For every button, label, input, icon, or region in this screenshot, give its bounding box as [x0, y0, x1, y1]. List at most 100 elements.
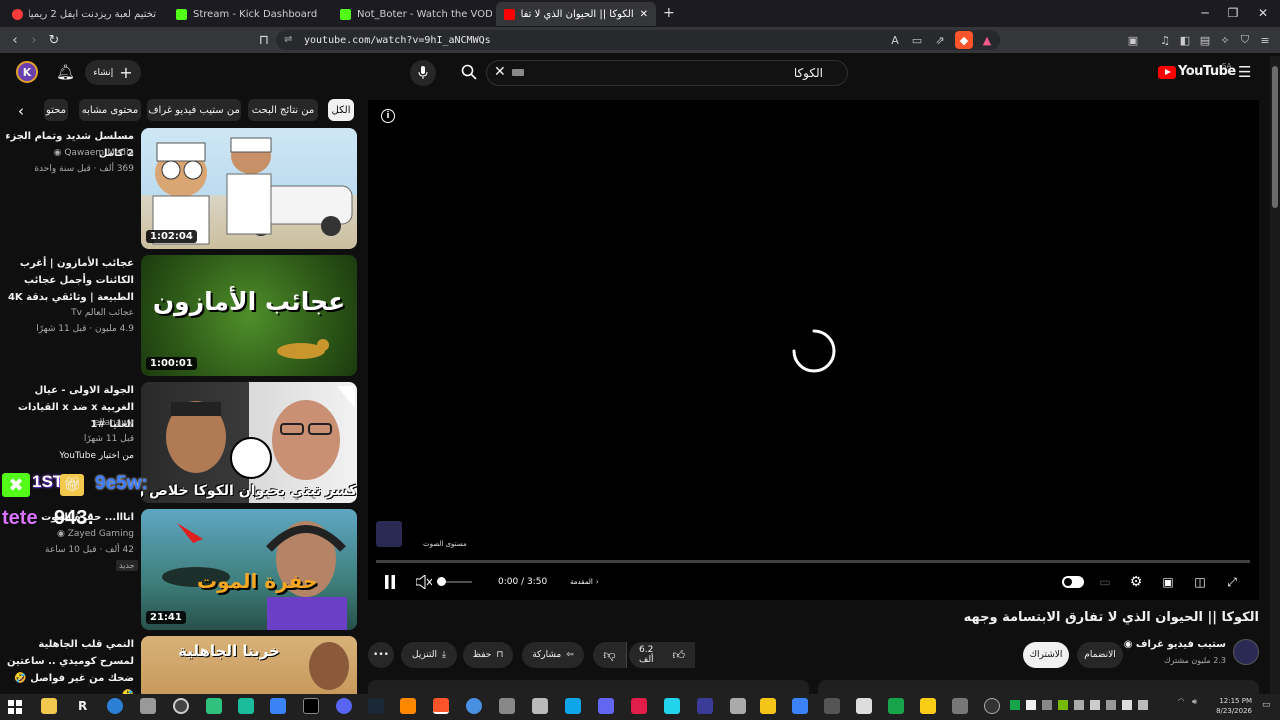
- app-icon[interactable]: [532, 698, 548, 714]
- wifi-icon[interactable]: ◠: [1178, 697, 1184, 705]
- steam-icon[interactable]: [368, 698, 384, 714]
- youtube-logo-icon[interactable]: [1158, 66, 1176, 79]
- taskbar-clock[interactable]: 12:15 PM 8/23/2026: [1210, 696, 1252, 716]
- app-icon[interactable]: [499, 698, 515, 714]
- epic-games-icon[interactable]: [303, 698, 319, 714]
- voice-search-button[interactable]: [410, 60, 436, 86]
- app-icon[interactable]: [466, 698, 482, 714]
- save-button[interactable]: حفظ ⊓: [463, 642, 513, 668]
- site-info-icon[interactable]: ⇌: [284, 34, 292, 45]
- close-tab-icon[interactable]: ✕: [640, 9, 648, 20]
- video-thumbnail[interactable]: خربنا الجاهلية: [141, 636, 357, 694]
- new-tab-button[interactable]: +: [663, 5, 675, 21]
- channel-name[interactable]: Qawaem Media ◉: [4, 145, 134, 161]
- mute-icon[interactable]: [414, 572, 434, 592]
- sidepanel-icon[interactable]: ◧: [1176, 31, 1194, 49]
- app-icon[interactable]: [631, 698, 647, 714]
- app-icon[interactable]: [730, 698, 746, 714]
- app-icon[interactable]: [856, 698, 872, 714]
- bookmark-icon[interactable]: ⊓: [254, 30, 274, 50]
- video-thumbnail[interactable]: عجائب الأمازون 1:00:01: [141, 255, 357, 376]
- share-page-icon[interactable]: ⇗: [931, 31, 949, 49]
- close-window-icon[interactable]: ✕: [1246, 2, 1280, 24]
- channel-title[interactable]: ستيب فيديو غراف ◉: [1124, 639, 1226, 650]
- share-button[interactable]: مشاركة ⇦: [522, 642, 584, 668]
- channel-name[interactable]: ellanawy: [4, 415, 134, 431]
- chip-scroll-left-icon[interactable]: ‹: [18, 102, 24, 120]
- download-button[interactable]: التنزيل ⤓: [401, 642, 457, 668]
- description-box[interactable]: [818, 680, 1259, 694]
- description-box[interactable]: [368, 680, 809, 694]
- speaker-icon[interactable]: 🔊︎: [1192, 697, 1197, 707]
- volume-slider-handle[interactable]: [437, 577, 446, 586]
- captions-icon[interactable]: ▭: [1096, 572, 1114, 592]
- app-icon[interactable]: [760, 698, 776, 714]
- progress-bar[interactable]: [376, 560, 1250, 563]
- video-thumbnail[interactable]: كسر تيتي بحيوان الكوكا خلاص رده: [141, 382, 357, 503]
- browser-tab-active[interactable]: الكوكا || الحيوان الذي لا تفارق الابت...…: [496, 2, 656, 26]
- app-icon[interactable]: [238, 698, 254, 714]
- info-icon[interactable]: i: [381, 109, 395, 123]
- app-icon[interactable]: [792, 698, 808, 714]
- channel-name[interactable]: عجائب العالم Tv: [4, 305, 134, 321]
- scrollbar-thumb[interactable]: [1272, 66, 1278, 208]
- app-icon[interactable]: [920, 698, 936, 714]
- translate-icon[interactable]: A: [886, 31, 904, 49]
- forward-icon[interactable]: ›: [24, 30, 44, 50]
- restore-icon[interactable]: ❐: [1216, 2, 1250, 24]
- app-icon[interactable]: [270, 698, 286, 714]
- app-icon[interactable]: [598, 698, 614, 714]
- brave-taskbar-icon[interactable]: [433, 698, 449, 714]
- app-icon[interactable]: [888, 698, 904, 714]
- vpn-icon[interactable]: ⛉: [1236, 31, 1254, 49]
- channel-avatar[interactable]: [1233, 639, 1259, 665]
- subscribe-button[interactable]: الاشتراك: [1023, 642, 1069, 668]
- guide-menu-icon[interactable]: ☰: [1238, 63, 1251, 81]
- video-thumbnail[interactable]: 1:02:04: [141, 128, 357, 249]
- fullscreen-icon[interactable]: ⤢: [1223, 572, 1241, 592]
- avatar[interactable]: K: [16, 61, 38, 83]
- tray-icon[interactable]: [1090, 700, 1100, 710]
- browser-tab[interactable]: Not_Boter - Watch the VOD on Kick: [332, 2, 492, 26]
- brave-shield-icon[interactable]: ◆: [955, 31, 973, 49]
- miniplayer-icon[interactable]: ▣: [1159, 572, 1177, 592]
- app-icon[interactable]: [565, 698, 581, 714]
- chip[interactable]: محتو: [44, 99, 68, 121]
- edge-icon[interactable]: [107, 698, 123, 714]
- video-title[interactable]: عجائب الأمازون | أغرب الكائنات وأجمل عجا…: [4, 255, 134, 306]
- wallet-icon[interactable]: ▤: [1196, 31, 1214, 49]
- tray-icon[interactable]: [1106, 700, 1116, 710]
- pause-icon[interactable]: [380, 572, 400, 592]
- obs-icon[interactable]: [173, 698, 189, 714]
- tray-icon[interactable]: [1074, 700, 1084, 710]
- create-button[interactable]: إنشاء +: [85, 60, 141, 85]
- video-thumbnail[interactable]: حفرة الموت 21:41: [141, 509, 357, 630]
- chip[interactable]: من ستيب فيديو غراف: [147, 99, 241, 121]
- search-input[interactable]: الكوكا: [486, 60, 848, 86]
- windows-start-icon[interactable]: [8, 699, 22, 714]
- clear-search-icon[interactable]: ✕: [494, 64, 506, 80]
- settings-gear-icon[interactable]: ⚙: [1127, 572, 1145, 592]
- leo-icon[interactable]: ✧: [1216, 31, 1234, 49]
- search-icon[interactable]: [461, 64, 477, 84]
- browser-tab[interactable]: Stream - Kick Dashboard: [168, 2, 328, 26]
- tray-icon[interactable]: [1010, 700, 1020, 710]
- tray-icon[interactable]: [1026, 700, 1036, 710]
- app-icon[interactable]: [140, 698, 156, 714]
- tray-icon[interactable]: [1058, 700, 1068, 710]
- music-icon[interactable]: ♫: [1156, 31, 1174, 49]
- tray-icon[interactable]: [1042, 700, 1052, 710]
- notifications-bell-icon[interactable]: 🔔︎: [56, 63, 75, 81]
- app-r-icon[interactable]: R: [78, 699, 87, 713]
- app-icon[interactable]: [664, 698, 680, 714]
- more-actions-icon[interactable]: •••: [368, 642, 394, 668]
- cast-tab-icon[interactable]: ▭: [908, 31, 926, 49]
- like-button[interactable]: 6.2 ألف 👍︎: [629, 642, 695, 668]
- chip[interactable]: من نتائج البحث: [248, 99, 318, 121]
- sidebar-toggle-icon[interactable]: ▣: [1124, 31, 1142, 49]
- join-button[interactable]: الانضمام: [1077, 642, 1123, 668]
- notifications-icon[interactable]: ▭: [1262, 700, 1271, 710]
- menu-icon[interactable]: ≡: [1256, 31, 1274, 49]
- chapter-button[interactable]: المقدمة ›: [570, 572, 599, 592]
- chip[interactable]: محتوى مشابه: [79, 99, 141, 121]
